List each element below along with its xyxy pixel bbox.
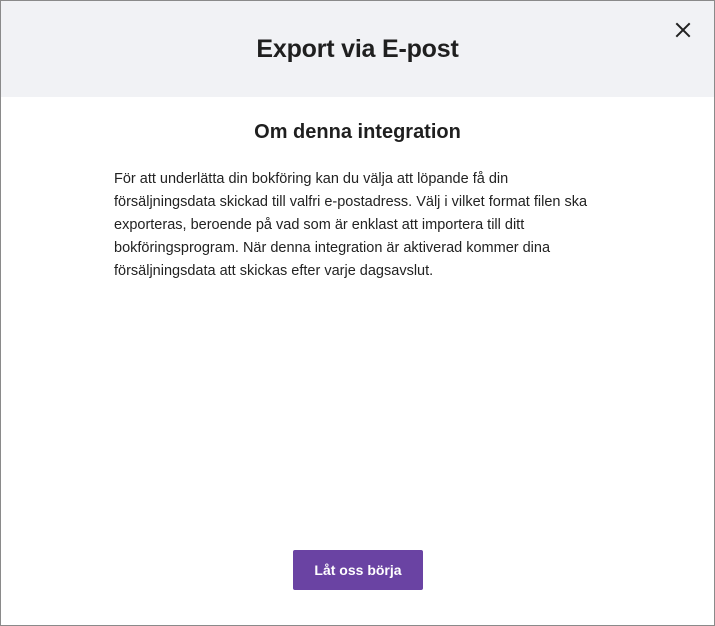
- start-button[interactable]: Låt oss börja: [293, 550, 423, 590]
- section-title: Om denna integration: [254, 121, 461, 143]
- modal-title: Export via E-post: [256, 34, 459, 63]
- modal-body: Om denna integration För att underlätta …: [1, 97, 714, 283]
- export-email-modal: Export via E-post Om denna integration F…: [0, 0, 715, 626]
- close-button[interactable]: [670, 17, 696, 43]
- close-icon: [675, 22, 691, 38]
- modal-header: Export via E-post: [1, 1, 714, 97]
- integration-description: För att underlätta din bokföring kan du …: [114, 171, 588, 279]
